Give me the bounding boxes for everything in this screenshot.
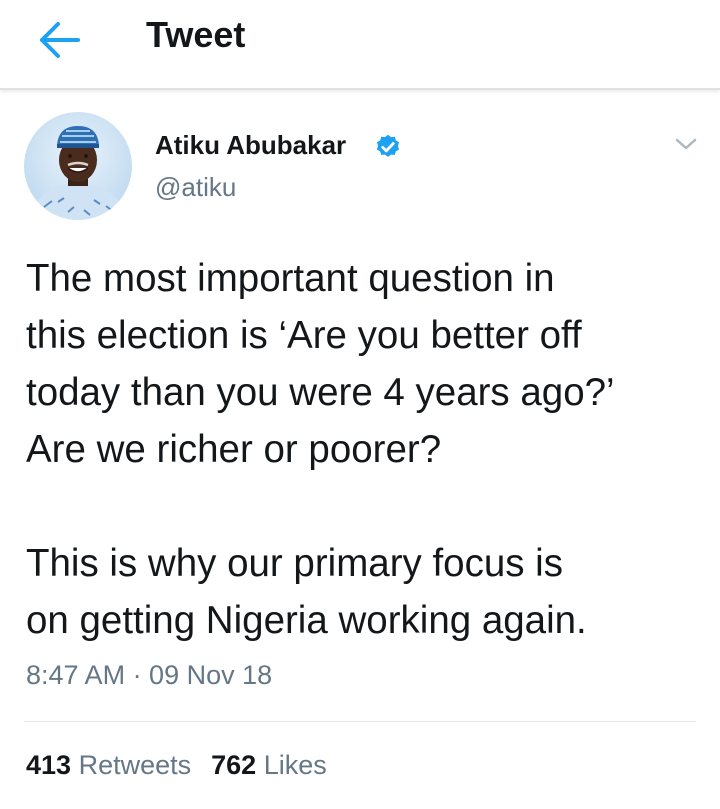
- tweet-text: The most important question in this elec…: [26, 250, 706, 649]
- author-handle[interactable]: @atiku: [155, 172, 236, 203]
- tweet-line: today than you were 4 years ago?’: [26, 371, 615, 414]
- tweet-line: This is why our primary focus is: [26, 542, 563, 585]
- retweets-count: 413: [26, 750, 72, 780]
- tweet-line: on getting Nigeria working again.: [26, 599, 587, 642]
- tweet-timestamp[interactable]: 8:47 AM · 09 Nov 18: [26, 660, 272, 691]
- verified-badge-icon: [376, 134, 400, 157]
- likes-count: 762: [211, 750, 257, 780]
- tweet-line: Are we richer or poorer?: [26, 428, 442, 471]
- tweet-line: The most important question in: [26, 257, 555, 300]
- avatar[interactable]: [24, 112, 132, 220]
- likes-label: Likes: [263, 750, 327, 780]
- divider: [24, 721, 696, 722]
- profile-photo: [24, 112, 132, 220]
- tweet-options-button[interactable]: [672, 132, 700, 156]
- paragraph-break: [26, 478, 706, 535]
- likes-stat[interactable]: 762 Likes: [211, 750, 327, 780]
- retweets-label: Retweets: [78, 750, 192, 780]
- retweets-stat[interactable]: 413 Retweets: [26, 750, 191, 780]
- chevron-down-icon: [675, 138, 697, 150]
- top-bar: Tweet: [0, 0, 720, 90]
- author-name[interactable]: Atiku Abubakar: [155, 130, 346, 161]
- arrow-left-icon: [40, 22, 80, 58]
- back-button[interactable]: [28, 18, 84, 62]
- page-title: Tweet: [146, 14, 246, 55]
- tweet-line: this election is ‘Are you better off: [26, 314, 582, 357]
- tweet-stats: 413 Retweets 762 Likes: [26, 750, 327, 781]
